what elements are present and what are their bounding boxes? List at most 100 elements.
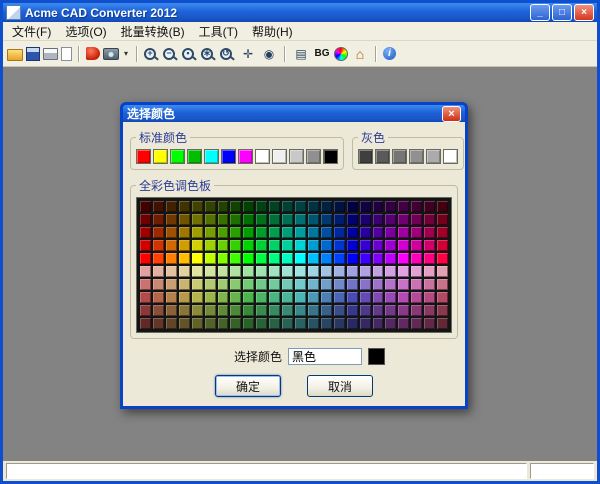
color-swatch[interactable]	[136, 149, 151, 164]
palette-swatch[interactable]	[411, 305, 422, 316]
palette-swatch[interactable]	[385, 279, 396, 290]
palette-swatch[interactable]	[360, 214, 371, 225]
palette-swatch[interactable]	[347, 253, 358, 264]
palette-swatch[interactable]	[153, 214, 164, 225]
menu-options[interactable]: 选项(O)	[58, 22, 113, 41]
palette-swatch[interactable]	[360, 318, 371, 329]
title-bar[interactable]: Acme CAD Converter 2012 _ □ ×	[3, 3, 597, 22]
palette-swatch[interactable]	[347, 214, 358, 225]
palette-swatch[interactable]	[437, 318, 448, 329]
palette-swatch[interactable]	[205, 240, 216, 251]
color-swatch[interactable]	[255, 149, 270, 164]
print-icon[interactable]	[43, 48, 58, 60]
palette-swatch[interactable]	[398, 201, 409, 212]
palette-swatch[interactable]	[205, 266, 216, 277]
palette-swatch[interactable]	[140, 240, 151, 251]
palette-swatch[interactable]	[282, 214, 293, 225]
palette-swatch[interactable]	[179, 253, 190, 264]
palette-swatch[interactable]	[166, 305, 177, 316]
palette-swatch[interactable]	[385, 227, 396, 238]
palette-swatch[interactable]	[256, 227, 267, 238]
palette-swatch[interactable]	[269, 227, 280, 238]
eye-icon[interactable]: ◉	[260, 45, 278, 62]
palette-swatch[interactable]	[166, 266, 177, 277]
palette-swatch[interactable]	[373, 227, 384, 238]
palette-swatch[interactable]	[179, 279, 190, 290]
palette-swatch[interactable]	[373, 253, 384, 264]
pan-icon[interactable]: ✛	[239, 45, 257, 62]
palette-swatch[interactable]	[385, 201, 396, 212]
palette-swatch[interactable]	[218, 266, 229, 277]
palette-swatch[interactable]	[437, 305, 448, 316]
palette-swatch[interactable]	[179, 292, 190, 303]
palette-swatch[interactable]	[153, 240, 164, 251]
palette-swatch[interactable]	[140, 253, 151, 264]
palette-swatch[interactable]	[424, 253, 435, 264]
palette-swatch[interactable]	[321, 318, 332, 329]
zoom-window-icon[interactable]: ▪	[182, 48, 194, 60]
palette-swatch[interactable]	[334, 279, 345, 290]
palette-swatch[interactable]	[373, 214, 384, 225]
palette-swatch[interactable]	[411, 253, 422, 264]
palette-swatch[interactable]	[243, 292, 254, 303]
palette-swatch[interactable]	[256, 214, 267, 225]
menu-help[interactable]: 帮助(H)	[245, 22, 300, 41]
palette-swatch[interactable]	[334, 227, 345, 238]
palette-swatch[interactable]	[347, 240, 358, 251]
color-ball-icon[interactable]	[334, 47, 348, 61]
palette-swatch[interactable]	[243, 318, 254, 329]
palette-swatch[interactable]	[360, 292, 371, 303]
palette-swatch[interactable]	[218, 214, 229, 225]
palette-swatch[interactable]	[256, 292, 267, 303]
palette-swatch[interactable]	[179, 201, 190, 212]
palette-swatch[interactable]	[308, 318, 319, 329]
palette-swatch[interactable]	[308, 305, 319, 316]
color-swatch[interactable]	[392, 149, 407, 164]
layers-icon[interactable]: ▤	[292, 45, 310, 62]
menu-tools[interactable]: 工具(T)	[192, 22, 245, 41]
palette-swatch[interactable]	[230, 305, 241, 316]
palette-swatch[interactable]	[437, 279, 448, 290]
palette-swatch[interactable]	[385, 214, 396, 225]
palette-swatch[interactable]	[243, 266, 254, 277]
palette-swatch[interactable]	[140, 305, 151, 316]
palette-swatch[interactable]	[205, 318, 216, 329]
palette-swatch[interactable]	[153, 292, 164, 303]
palette-swatch[interactable]	[192, 240, 203, 251]
ok-button[interactable]: 确定	[215, 375, 281, 397]
palette-swatch[interactable]	[398, 292, 409, 303]
palette-swatch[interactable]	[398, 266, 409, 277]
palette-swatch[interactable]	[153, 266, 164, 277]
palette-swatch[interactable]	[334, 240, 345, 251]
palette-swatch[interactable]	[437, 201, 448, 212]
palette-swatch[interactable]	[256, 266, 267, 277]
palette-swatch[interactable]	[205, 253, 216, 264]
palette-swatch[interactable]	[218, 318, 229, 329]
palette-swatch[interactable]	[166, 279, 177, 290]
palette-swatch[interactable]	[205, 279, 216, 290]
palette-swatch[interactable]	[282, 253, 293, 264]
palette-swatch[interactable]	[398, 214, 409, 225]
palette-swatch[interactable]	[179, 240, 190, 251]
palette-swatch[interactable]	[334, 201, 345, 212]
palette-swatch[interactable]	[230, 227, 241, 238]
palette-swatch[interactable]	[243, 214, 254, 225]
palette-swatch[interactable]	[347, 227, 358, 238]
palette-swatch[interactable]	[218, 292, 229, 303]
palette-swatch[interactable]	[321, 201, 332, 212]
palette-swatch[interactable]	[282, 266, 293, 277]
palette-swatch[interactable]	[385, 305, 396, 316]
palette-swatch[interactable]	[411, 240, 422, 251]
color-swatch[interactable]	[443, 149, 458, 164]
palette-swatch[interactable]	[269, 305, 280, 316]
close-button[interactable]: ×	[574, 4, 594, 21]
palette-swatch[interactable]	[321, 305, 332, 316]
palette-swatch[interactable]	[269, 266, 280, 277]
palette-swatch[interactable]	[269, 214, 280, 225]
palette-swatch[interactable]	[140, 318, 151, 329]
palette-swatch[interactable]	[153, 318, 164, 329]
palette-swatch[interactable]	[373, 266, 384, 277]
dialog-title-bar[interactable]: 选择颜色 ×	[120, 102, 468, 122]
palette-swatch[interactable]	[179, 266, 190, 277]
palette-swatch[interactable]	[282, 305, 293, 316]
